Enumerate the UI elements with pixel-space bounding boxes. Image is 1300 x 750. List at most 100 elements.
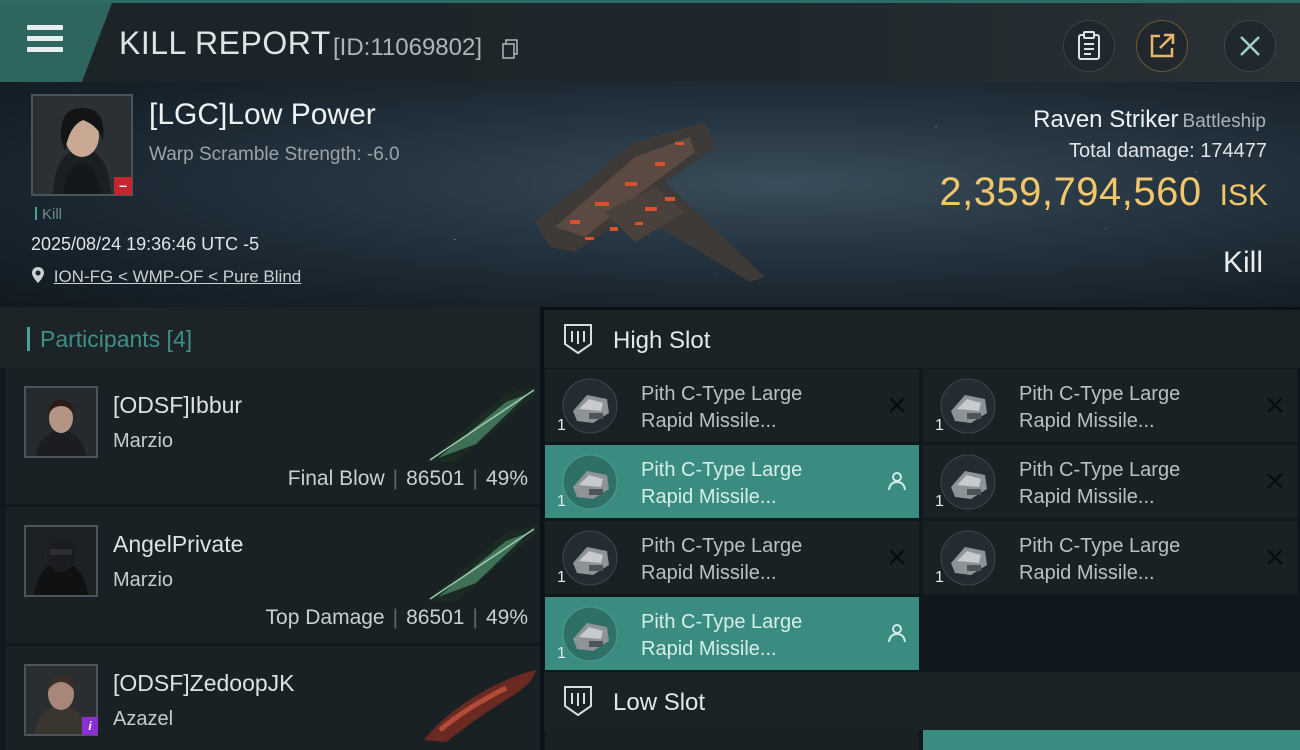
module-quantity: 1 <box>557 569 566 586</box>
module-icon <box>940 530 996 586</box>
module-item-partial[interactable] <box>923 730 1300 750</box>
module-icon <box>940 454 996 510</box>
share-button[interactable] <box>1136 20 1188 72</box>
participant-ship-image <box>426 386 538 462</box>
module-quantity: 1 <box>935 493 944 510</box>
module-quantity: 1 <box>935 417 944 434</box>
copy-icon[interactable] <box>502 39 518 59</box>
low-slot-label: Low Slot <box>613 689 706 716</box>
participant-avatar <box>24 386 98 458</box>
close-button[interactable] <box>1224 20 1276 72</box>
isk-amount: 2,359,794,560 <box>939 170 1202 214</box>
top-bar: KILL REPORT [ID:11069802] <box>0 0 1300 85</box>
module-quantity: 1 <box>557 645 566 662</box>
participant-role: Top Damage <box>265 606 385 629</box>
module-item[interactable]: 1 Pith C-Type Large Rapid Missile... <box>923 521 1297 594</box>
module-icon <box>562 454 618 510</box>
destroyed-icon <box>1267 549 1283 565</box>
destroyed-icon <box>889 397 905 413</box>
clipboard-icon <box>1078 31 1100 60</box>
low-slot-header: Low Slot <box>544 672 1300 730</box>
destroyed-icon <box>1267 397 1283 413</box>
module-name: Pith C-Type Large Rapid Missile... <box>641 611 803 660</box>
participant-percent: 49% <box>485 467 528 490</box>
participant-damage: 86501 <box>406 467 465 490</box>
victim-ship-name: Raven Striker Battleship <box>1033 106 1266 134</box>
module-name: Pith C-Type Large Rapid Missile... <box>641 383 803 432</box>
high-slot-header: High Slot <box>544 310 1300 368</box>
module-icon <box>562 530 618 586</box>
victim-status-badge: – <box>114 177 132 195</box>
participant-percent: 49% <box>485 606 528 629</box>
participant-name: [ODSF]Ibbur <box>113 392 243 418</box>
participant-stats: Top Damage | 86501 | 49% <box>265 606 528 629</box>
module-quantity: 1 <box>557 493 566 510</box>
warp-scramble-strength: Warp Scramble Strength: -6.0 <box>149 144 400 165</box>
participant-row[interactable]: [ODSF]Ibbur Marzio Final Blow | 86501 | 49% <box>6 368 540 504</box>
participants-title: Participants [4] <box>27 326 192 353</box>
module-name: Pith C-Type Large Rapid Missile... <box>1019 383 1181 432</box>
module-icon <box>940 378 996 434</box>
destroyed-icon <box>889 549 905 565</box>
participant-stats: Final Blow | 86501 | 49% <box>287 467 528 490</box>
participants-panel: Participants [4] [ODSF]Ibbur Marzio Fina… <box>0 307 540 750</box>
location-link[interactable]: ION-FG < WMP-OF < Pure Blind <box>31 266 301 287</box>
module-item-partial[interactable] <box>545 730 919 750</box>
total-damage-label: Total damage: <box>1069 140 1195 162</box>
total-damage-value: 174477 <box>1200 140 1267 162</box>
clipboard-button[interactable] <box>1063 20 1115 72</box>
victim-summary: – [LGC]Low Power Warp Scramble Strength:… <box>0 82 1300 307</box>
kill-tag: Kill <box>35 206 62 223</box>
participant-name: [ODSF]ZedoopJK <box>113 670 295 696</box>
location-pin-icon <box>32 267 44 283</box>
module-item[interactable]: 1 Pith C-Type Large Rapid Missile... <box>923 369 1297 442</box>
participant-role: Final Blow <box>287 467 385 490</box>
module-item[interactable]: 1 Pith C-Type Large Rapid Missile... <box>545 597 919 670</box>
module-name: Pith C-Type Large Rapid Missile... <box>641 535 803 584</box>
module-name: Pith C-Type Large Rapid Missile... <box>1019 535 1181 584</box>
participant-ship: Marzio <box>113 569 174 591</box>
page-title: KILL REPORT <box>119 25 331 61</box>
menu-icon <box>27 25 63 55</box>
victim-name: [LGC]Low Power <box>149 98 376 131</box>
participant-row[interactable]: i [ODSF]ZedoopJK Azazel <box>6 646 540 750</box>
kill-datetime: 2025/08/24 19:36:46 UTC -5 <box>31 234 260 254</box>
destroyed-icon <box>1267 473 1283 489</box>
participant-ship: Marzio <box>113 430 174 452</box>
participant-ship-image <box>424 670 536 742</box>
participants-header: Participants [4] <box>0 307 540 368</box>
module-name: Pith C-Type Large Rapid Missile... <box>641 459 803 508</box>
low-slot-icon <box>564 686 592 717</box>
fitting-panel: High Slot 1 Pith C-Type Large Rapid Missi… <box>544 310 1300 750</box>
module-name: Pith C-Type Large Rapid Missile... <box>1019 459 1181 508</box>
module-icon <box>562 606 618 662</box>
location-text: ION-FG < WMP-OF < Pure Blind <box>53 267 302 286</box>
victim-ship-image <box>535 122 765 282</box>
participant-row[interactable]: AngelPrivate Marzio Top Damage | 86501 | 49% <box>6 507 540 643</box>
isk-value: 2,359,794,560 ISK <box>939 170 1268 215</box>
module-item[interactable]: 1 Pith C-Type Large Rapid Missile... <box>545 521 919 594</box>
high-slot-icon <box>564 324 592 355</box>
info-badge: i <box>82 717 98 735</box>
module-quantity: 1 <box>935 569 944 586</box>
share-icon <box>1150 33 1175 58</box>
participant-name: AngelPrivate <box>113 531 244 557</box>
participant-ship: Azazel <box>113 708 174 730</box>
module-icon <box>562 378 618 434</box>
dropped-icon <box>888 624 906 643</box>
menu-button[interactable] <box>0 3 112 85</box>
isk-unit: ISK <box>1219 179 1268 212</box>
module-item[interactable]: 1 Pith C-Type Large Rapid Missile... <box>545 369 919 442</box>
participant-damage: 86501 <box>406 606 465 629</box>
participant-ship-image <box>426 525 538 601</box>
close-icon <box>1240 36 1260 56</box>
total-damage: Total damage: 174477 <box>1069 140 1267 163</box>
ship-name-text: Raven Striker <box>1033 106 1179 133</box>
high-slot-label: High Slot <box>613 327 711 354</box>
module-quantity: 1 <box>557 417 566 434</box>
dropped-icon <box>888 472 906 491</box>
module-item[interactable]: 1 Pith C-Type Large Rapid Missile... <box>545 445 919 518</box>
outcome-label: Kill <box>1222 246 1263 279</box>
ship-class: Battleship <box>1182 111 1266 132</box>
module-item[interactable]: 1 Pith C-Type Large Rapid Missile... <box>923 445 1297 518</box>
